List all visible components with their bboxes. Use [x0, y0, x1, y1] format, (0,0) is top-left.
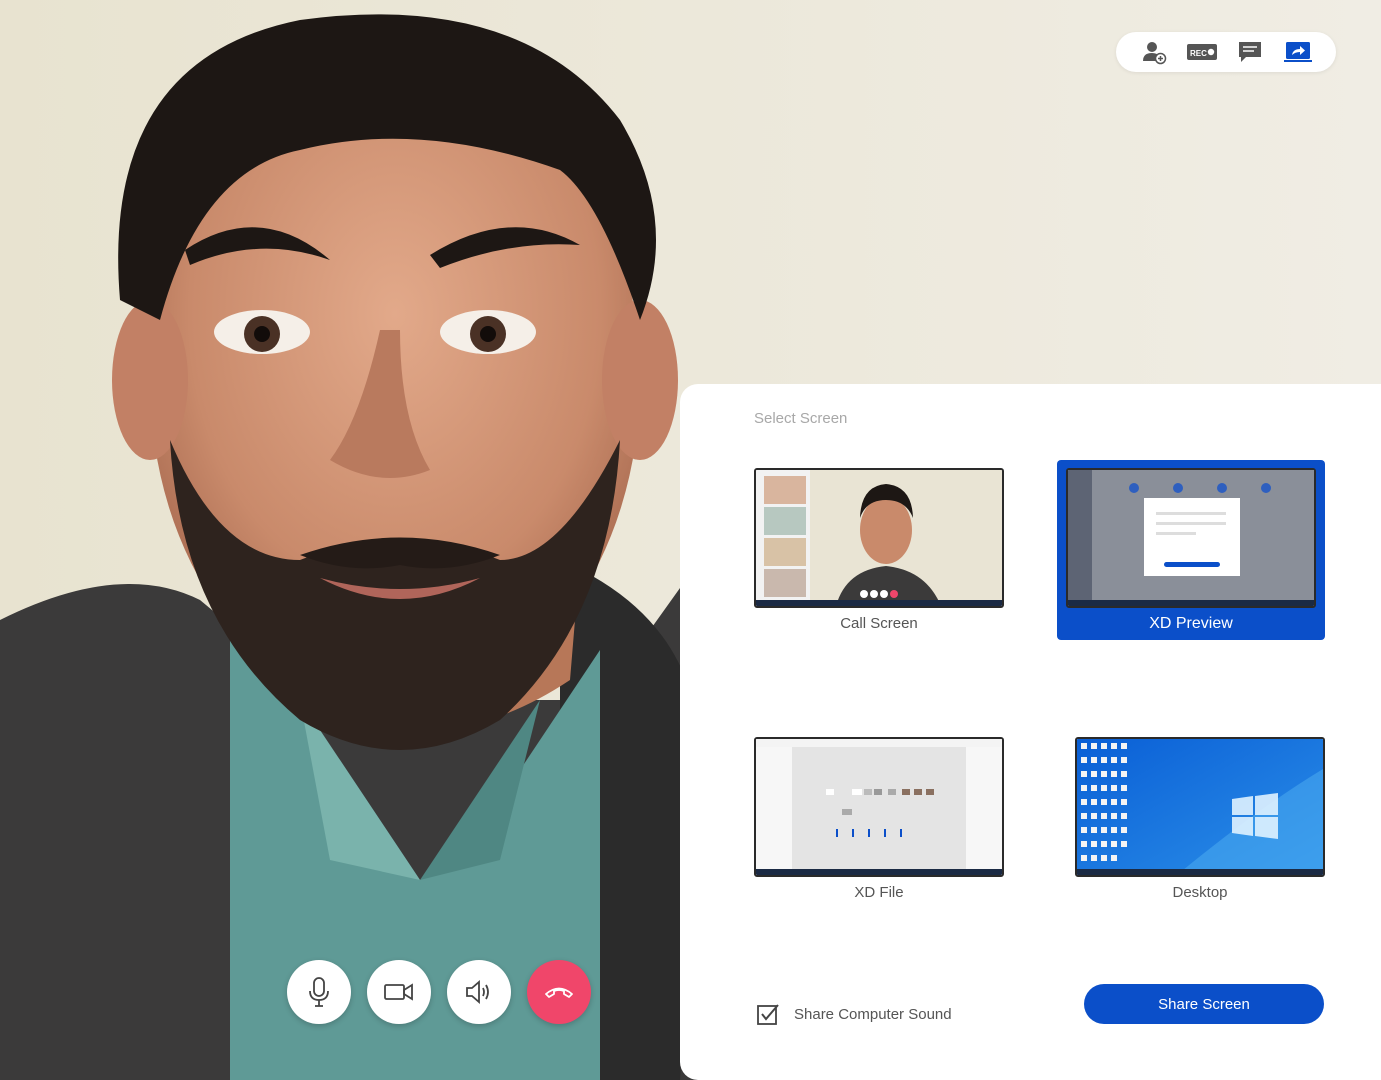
- microphone-icon: [309, 977, 329, 1007]
- microphone-button[interactable]: [287, 960, 351, 1024]
- chat-icon: [1239, 42, 1261, 62]
- speaker-button[interactable]: [447, 960, 511, 1024]
- video-camera-icon: [384, 983, 413, 1001]
- xd-file-thumbnail: [754, 737, 1004, 877]
- xd-preview-thumbnail: [1066, 468, 1316, 608]
- video-button[interactable]: [367, 960, 431, 1024]
- add-participant-icon: [1143, 42, 1167, 65]
- checkbox-checked-icon: [757, 1004, 779, 1025]
- screen-option-desktop[interactable]: Desktop: [1075, 737, 1343, 917]
- panel-title: Select Screen: [754, 410, 848, 427]
- screen-option-label: XD Preview: [1149, 615, 1233, 632]
- call-screen-thumbnail: [754, 468, 1004, 608]
- share-computer-sound-checkbox[interactable]: Share Computer Sound: [756, 1002, 952, 1026]
- screen-option-label: Call Screen: [840, 615, 918, 632]
- share-screen-icon: [1284, 42, 1312, 62]
- share-computer-sound-label: Share Computer Sound: [794, 1005, 952, 1023]
- end-call-icon: [545, 987, 573, 998]
- add-participant-button[interactable]: [1136, 37, 1172, 67]
- screen-option-xd-file[interactable]: XD File: [754, 737, 1022, 917]
- desktop-thumbnail: [1075, 737, 1325, 877]
- screen-option-xd-preview[interactable]: XD Preview: [1057, 460, 1325, 640]
- share-screen-button[interactable]: Share Screen: [1084, 984, 1324, 1024]
- screen-option-label: Desktop: [1172, 884, 1228, 901]
- speaker-icon: [466, 980, 489, 1004]
- record-icon: REC: [1187, 44, 1217, 60]
- chat-button[interactable]: [1232, 37, 1268, 67]
- share-screen-panel: Select Screen Call Screen XD Preview XD …: [680, 384, 1381, 1080]
- record-label: REC: [1190, 49, 1207, 58]
- record-button[interactable]: REC: [1184, 37, 1220, 67]
- screen-option-label: XD File: [854, 884, 904, 901]
- screen-option-call-screen[interactable]: Call Screen: [754, 468, 1022, 648]
- call-controls: [287, 960, 591, 1024]
- end-call-button[interactable]: [527, 960, 591, 1024]
- share-screen-toolbar-button[interactable]: [1280, 37, 1316, 67]
- call-toolbar: REC: [1116, 32, 1336, 72]
